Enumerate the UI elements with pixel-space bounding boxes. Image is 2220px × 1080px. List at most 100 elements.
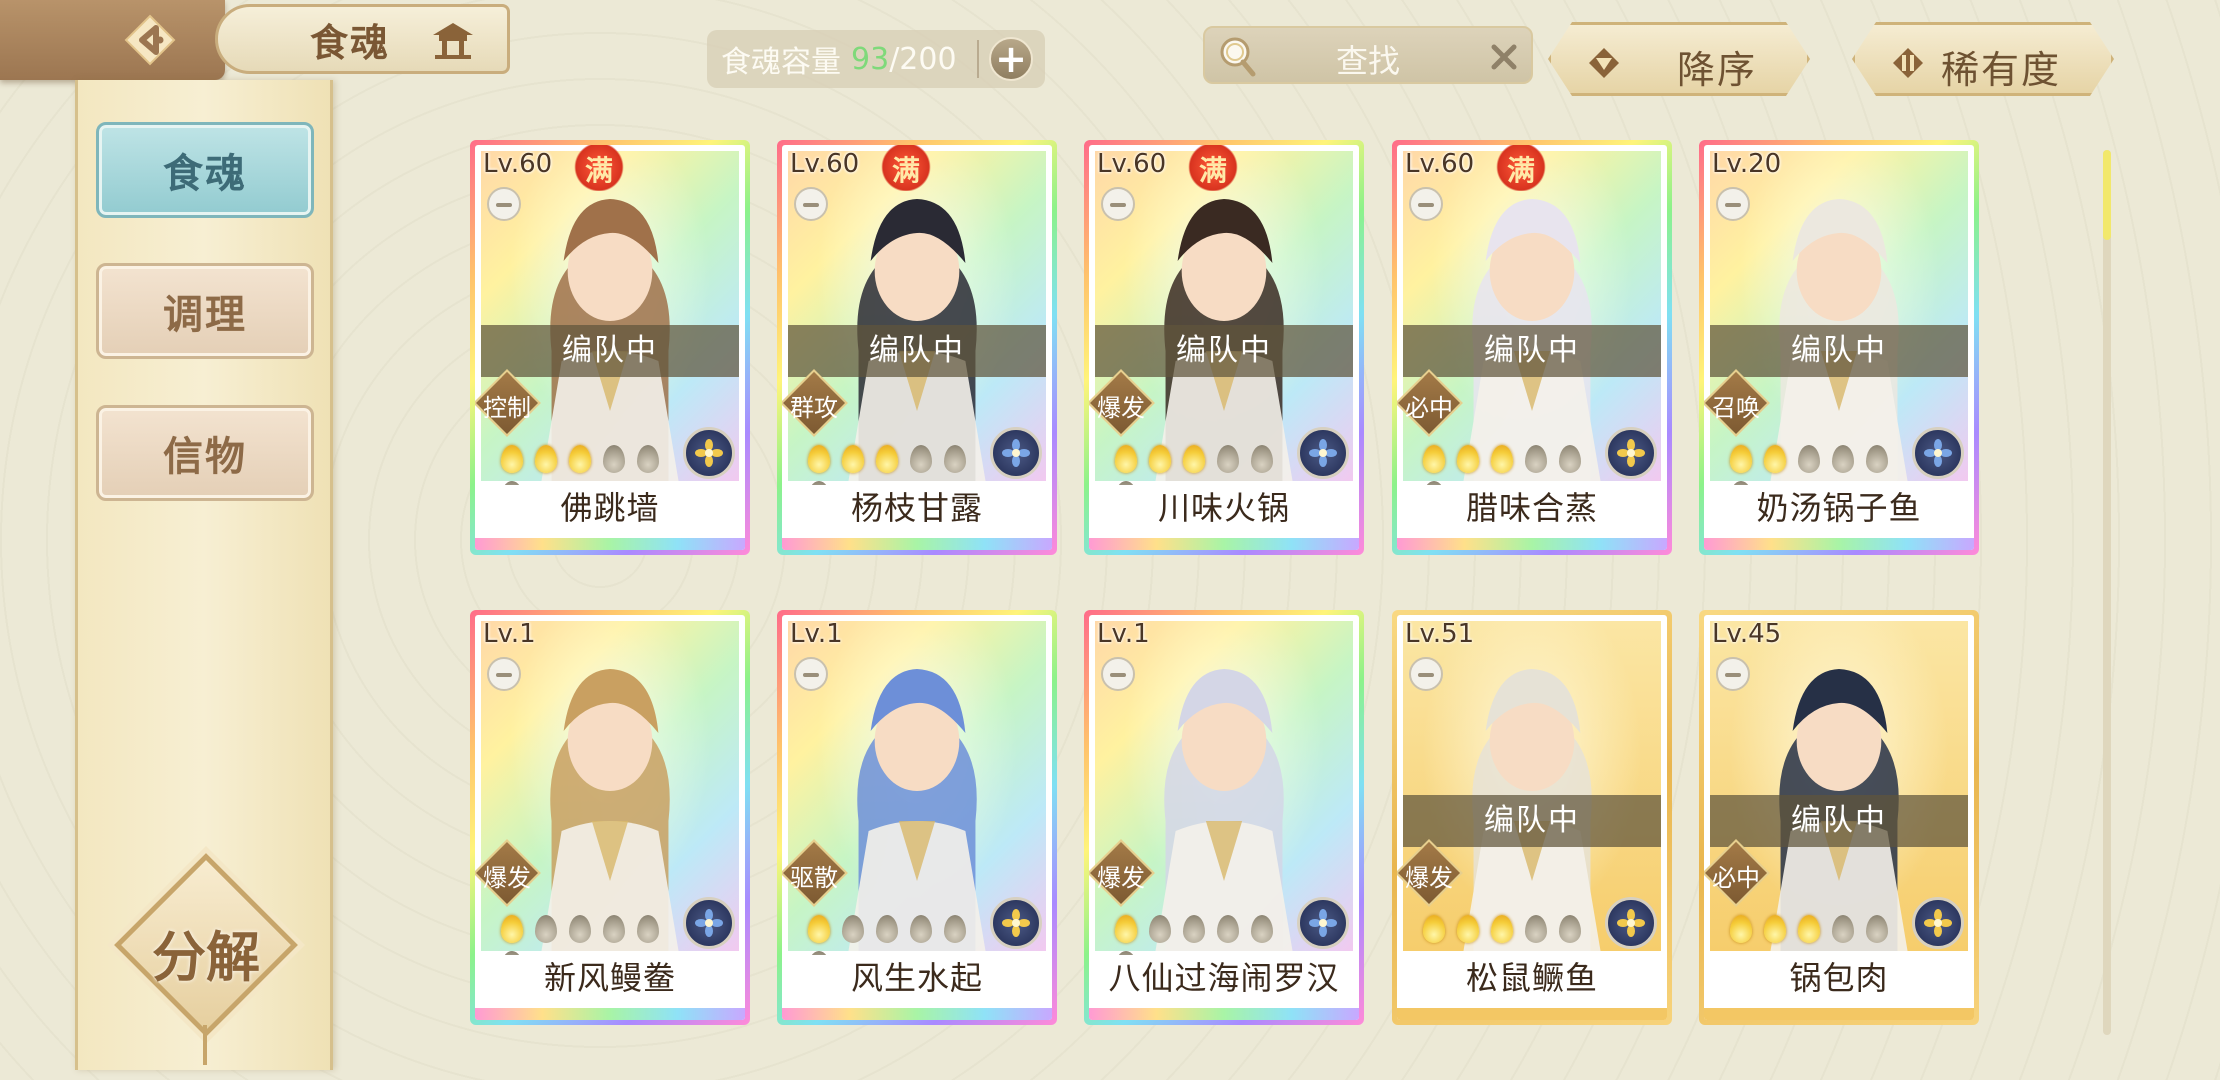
role-label: 控制: [483, 394, 531, 422]
star-flames: [1419, 913, 1609, 949]
bowl-icon: [794, 187, 828, 221]
level-label: Lv.1: [1097, 619, 1150, 649]
flame-icon: [1179, 913, 1211, 945]
add-capacity-button[interactable]: +: [989, 37, 1033, 81]
card-frame-foot: [782, 538, 1052, 550]
role-badge: 爆发: [1089, 369, 1155, 437]
star-flames: [1111, 913, 1301, 979]
star-flames: [497, 913, 687, 979]
search-placeholder: 查找: [1335, 42, 1400, 80]
element-flower-icon: [990, 427, 1042, 479]
flame-icon: [633, 443, 665, 475]
food-soul-name: 松鼠鳜鱼: [1397, 955, 1667, 1009]
food-soul-card[interactable]: Lv.60 满 编队中 必中 腊味合蒸: [1392, 140, 1672, 555]
card-inner: Lv.60 满 编队中 群攻 杨枝甘露: [782, 145, 1052, 550]
star-flames: [804, 913, 994, 979]
card-inner: Lv.60 满 编队中 控制 佛跳墙: [475, 145, 745, 550]
max-level-badge: 满: [880, 145, 932, 191]
decompose-button[interactable]: 分解: [114, 853, 298, 1065]
flame-icon: [1862, 443, 1894, 475]
back-button[interactable]: [0, 0, 225, 80]
tab-tokens[interactable]: 信物: [96, 405, 314, 501]
sort-by-button[interactable]: 稀有度: [1852, 22, 2114, 96]
card-frame-foot: [1089, 1008, 1359, 1020]
tab-cooking[interactable]: 调理: [96, 263, 314, 359]
tab-food-souls[interactable]: 食魂: [96, 122, 314, 218]
capacity-divider: [977, 40, 979, 78]
in-team-banner: 编队中: [1710, 325, 1968, 377]
flame-icon: [1247, 913, 1279, 945]
star-flames: [1726, 913, 1916, 949]
food-soul-card[interactable]: Lv.51 编队中 爆发 松鼠鳜鱼: [1392, 610, 1672, 1025]
food-soul-card[interactable]: Lv.60 满 编队中 爆发 川味火锅: [1084, 140, 1364, 555]
max-level-badge: 满: [1495, 145, 1547, 191]
flame-icon: [838, 443, 870, 475]
food-soul-card[interactable]: Lv.45 编队中 必中 锅包肉: [1699, 610, 1979, 1025]
flame-icon: [1862, 913, 1894, 945]
in-team-banner: 编队中: [1710, 795, 1968, 847]
flame-icon: [633, 913, 665, 945]
decompose-tassel: [203, 1025, 207, 1065]
role-badge: 爆发: [1089, 839, 1155, 907]
level-label: Lv.1: [483, 619, 536, 649]
clear-search-icon[interactable]: [1489, 42, 1519, 72]
food-soul-card[interactable]: Lv.20 编队中 召唤 奶汤锅子鱼: [1699, 140, 1979, 555]
flame-icon: [1419, 913, 1451, 945]
sidebar: 食魂 调理 信物 分解: [75, 80, 333, 1070]
flame-icon: [940, 443, 972, 475]
sort-order-label: 降序: [1676, 48, 1757, 92]
search-input[interactable]: 查找: [1203, 26, 1533, 84]
flame-icon: [599, 443, 631, 475]
food-soul-card[interactable]: Lv.60 满 编队中 群攻 杨枝甘露: [777, 140, 1057, 555]
flame-icon: [1487, 913, 1519, 945]
flame-icon: [838, 913, 870, 945]
role-label: 必中: [1405, 394, 1453, 422]
role-label: 召唤: [1712, 394, 1760, 422]
scrollbar[interactable]: [2103, 150, 2111, 1035]
flame-icon: [872, 913, 904, 945]
role-label: 爆发: [1097, 864, 1145, 892]
role-badge: 爆发: [1397, 839, 1463, 907]
flame-icon: [804, 443, 836, 475]
flame-icon: [1828, 913, 1860, 945]
flame-icon: [1726, 913, 1758, 945]
level-label: Lv.20: [1712, 149, 1782, 179]
flame-icon: [940, 913, 972, 945]
food-soul-name: 杨枝甘露: [782, 485, 1052, 539]
star-flames: [804, 443, 994, 509]
star-flames: [1111, 443, 1301, 509]
scrollbar-thumb[interactable]: [2103, 150, 2111, 240]
bowl-icon: [1101, 187, 1135, 221]
star-flames: [1419, 443, 1609, 509]
role-badge: 爆发: [475, 839, 541, 907]
food-soul-card[interactable]: Lv.1 爆发 新风鳗鲞: [470, 610, 750, 1025]
card-frame-foot: [1397, 1008, 1667, 1020]
bowl-icon: [1409, 657, 1443, 691]
level-label: Lv.45: [1712, 619, 1782, 649]
element-flower-icon: [1912, 427, 1964, 479]
flame-icon: [1453, 443, 1485, 475]
card-frame-foot: [475, 1008, 745, 1020]
flame-icon: [1145, 913, 1177, 945]
in-team-banner: 编队中: [1095, 325, 1353, 377]
sort-order-button[interactable]: 降序: [1548, 22, 1810, 96]
food-soul-card[interactable]: Lv.1 驱散 风生水起: [777, 610, 1057, 1025]
card-inner: Lv.1 爆发 八仙过海闹罗汉: [1089, 615, 1359, 1020]
flame-icon: [531, 443, 563, 475]
role-badge: 群攻: [782, 369, 848, 437]
food-soul-card[interactable]: Lv.60 满 编队中 控制 佛跳墙: [470, 140, 750, 555]
capacity-current: 93: [851, 41, 890, 77]
decompose-label: 分解: [152, 925, 260, 989]
capacity-display: 食魂容量 93 /200 +: [707, 30, 1045, 88]
home-pavilion-icon[interactable]: [429, 19, 477, 61]
in-team-banner: 编队中: [481, 325, 739, 377]
element-flower-icon: [1605, 427, 1657, 479]
bowl-icon: [1101, 657, 1135, 691]
bowl-icon: [1409, 187, 1443, 221]
role-label: 必中: [1712, 864, 1760, 892]
capacity-label: 食魂容量: [721, 45, 841, 80]
in-team-banner: 编队中: [1403, 795, 1661, 847]
role-label: 爆发: [1097, 394, 1145, 422]
food-soul-card[interactable]: Lv.1 爆发 八仙过海闹罗汉: [1084, 610, 1364, 1025]
flame-icon: [872, 443, 904, 475]
